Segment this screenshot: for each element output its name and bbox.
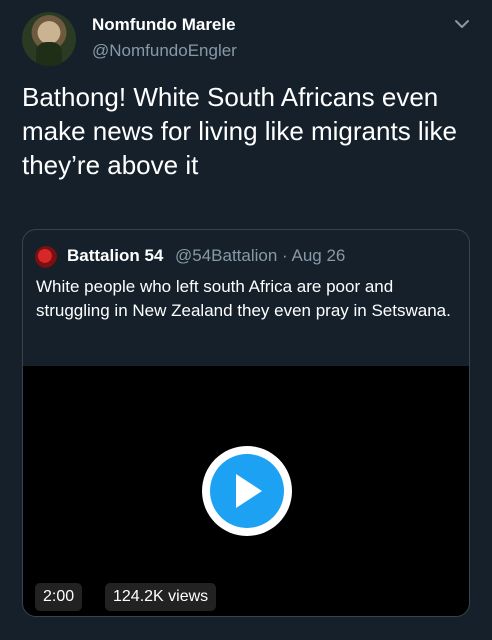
video-views-badge: 124.2K views xyxy=(105,583,217,611)
quoted-display-name[interactable]: Battalion 54 xyxy=(67,246,163,266)
quoted-tweet-text: White people who left south Africa are p… xyxy=(36,277,451,320)
play-button[interactable] xyxy=(202,446,292,536)
chevron-down-icon[interactable] xyxy=(452,14,472,34)
display-name[interactable]: Nomfundo Marele xyxy=(92,15,236,35)
quoted-handle-date: @54Battalion · Aug 26 xyxy=(175,246,346,265)
video-duration-badge: 2:00 xyxy=(35,583,83,611)
quoted-tweet[interactable]: Battalion 54 @54Battalion · Aug 26 White… xyxy=(22,229,470,617)
play-icon xyxy=(236,474,262,508)
handle[interactable]: @NomfundoEngler xyxy=(92,41,237,61)
quoted-avatar[interactable] xyxy=(35,246,57,268)
tweet-text: Bathong! White South Africans even make … xyxy=(22,82,457,180)
avatar[interactable] xyxy=(22,12,76,66)
play-button-inner xyxy=(210,454,284,528)
video-player[interactable]: 2:00 124.2K views xyxy=(23,366,469,616)
tweet: Nomfundo Marele @NomfundoEngler Bathong!… xyxy=(0,0,492,640)
